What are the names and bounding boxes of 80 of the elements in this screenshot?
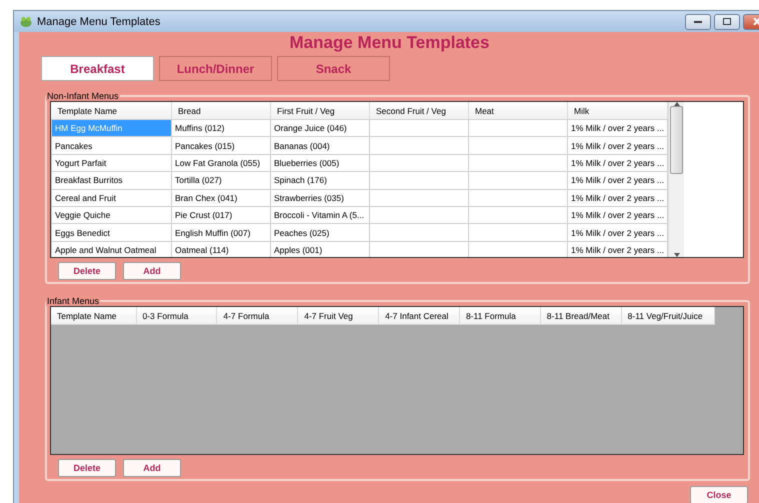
table-cell[interactable] <box>370 189 468 206</box>
table-cell[interactable]: Pancakes <box>52 136 172 154</box>
window-title: Manage Menu Templates <box>37 16 162 28</box>
table-cell[interactable]: Pie Crust (017) <box>172 206 270 224</box>
table-cell[interactable]: Orange Juice (046) <box>270 120 370 137</box>
table-cell[interactable]: Blueberries (005) <box>270 154 370 172</box>
table-cell[interactable]: Oatmeal (114) <box>172 241 270 257</box>
table-cell[interactable]: Bananas (004) <box>270 136 370 154</box>
table-cell[interactable]: Apples (001) <box>270 241 370 257</box>
column-header[interactable]: Second Fruit / Veg <box>370 102 468 120</box>
minimize-button[interactable] <box>685 14 711 30</box>
table-cell[interactable]: Low Fat Granola (055) <box>172 154 270 172</box>
table-cell[interactable] <box>468 136 568 154</box>
table-cell[interactable] <box>468 241 568 257</box>
table-cell[interactable] <box>468 120 568 137</box>
scroll-down-icon[interactable] <box>674 253 680 257</box>
table-cell[interactable]: Muffins (012) <box>172 120 270 137</box>
table-cell[interactable]: 1% Milk / over 2 years ... <box>568 136 668 154</box>
table-cell[interactable]: Broccoli - Vitamin A (5... <box>270 206 370 224</box>
table-cell[interactable]: Pancakes (015) <box>172 136 270 154</box>
table-cell[interactable]: Tortilla (027) <box>172 172 270 190</box>
table-cell[interactable]: Yogurt Parfait <box>52 154 172 172</box>
column-header[interactable]: 4-7 Fruit Veg <box>298 307 379 324</box>
table-cell[interactable]: Veggie Quiche <box>52 206 172 224</box>
table-cell[interactable] <box>468 189 568 206</box>
table-cell[interactable] <box>370 241 468 257</box>
column-header[interactable]: 0-3 Formula <box>136 307 217 324</box>
table-cell[interactable] <box>468 172 568 190</box>
column-header[interactable]: Bread <box>172 102 270 120</box>
add-button[interactable]: Add <box>123 262 181 280</box>
column-header[interactable]: 8-11 Formula <box>459 307 540 324</box>
table-cell[interactable]: 1% Milk / over 2 years ... <box>568 189 668 206</box>
column-header[interactable]: Milk <box>568 102 668 120</box>
delete-button[interactable]: Delete <box>58 459 116 477</box>
column-header[interactable]: 4-7 Infant Cereal <box>378 307 460 324</box>
table-cell[interactable]: 1% Milk / over 2 years ... <box>568 224 668 242</box>
table-cell[interactable] <box>468 224 568 242</box>
table-cell[interactable] <box>370 120 468 137</box>
table-cell[interactable]: 1% Milk / over 2 years ... <box>568 206 668 224</box>
column-header[interactable]: Template Name <box>52 102 172 120</box>
table-cell[interactable] <box>370 136 468 154</box>
table-cell[interactable]: 1% Milk / over 2 years ... <box>568 120 668 137</box>
close-icon <box>753 18 759 25</box>
table-cell[interactable]: 1% Milk / over 2 years ... <box>568 241 668 257</box>
maximize-button[interactable] <box>714 14 740 30</box>
scroll-thumb[interactable] <box>670 106 683 174</box>
table-cell[interactable]: Peaches (025) <box>270 224 370 242</box>
table-cell[interactable] <box>370 172 468 190</box>
close-button[interactable]: Close <box>690 486 748 503</box>
meal-tab[interactable]: Breakfast <box>41 56 154 81</box>
add-button[interactable]: Add <box>123 459 181 477</box>
group-label: Infant Menus <box>46 296 100 306</box>
table-cell[interactable]: English Muffin (007) <box>172 224 270 242</box>
group-label: Non-Infant Menus <box>46 91 120 101</box>
frog-icon <box>20 16 32 27</box>
table-cell[interactable]: Cereal and Fruit <box>52 189 172 206</box>
minimize-icon <box>694 20 702 23</box>
column-header[interactable]: Meat <box>468 102 568 120</box>
table-cell[interactable] <box>468 154 568 172</box>
table-cell[interactable]: 1% Milk / over 2 years ... <box>568 172 668 190</box>
table-cell[interactable] <box>370 206 468 224</box>
column-header[interactable]: 8-11 Bread/Meat <box>540 307 622 324</box>
table-cell[interactable] <box>370 154 468 172</box>
column-header[interactable]: First Fruit / Veg <box>270 102 370 120</box>
page-heading: Manage Menu Templates <box>288 33 490 54</box>
column-header[interactable]: 4-7 Formula <box>216 307 298 324</box>
table-cell[interactable] <box>468 206 568 224</box>
table-cell[interactable]: Spinach (176) <box>270 172 370 190</box>
column-header[interactable]: 8-11 Veg/Fruit/Juice <box>621 307 714 324</box>
delete-button[interactable]: Delete <box>58 262 116 280</box>
table-cell[interactable]: Apple and Walnut Oatmeal <box>52 241 172 257</box>
table-cell[interactable]: Strawberries (035) <box>270 189 370 206</box>
table-cell[interactable] <box>370 224 468 242</box>
column-header[interactable]: Template Name <box>51 307 136 324</box>
table-cell[interactable]: Bran Chex (041) <box>172 189 270 206</box>
maximize-icon <box>723 18 731 25</box>
table-cell[interactable]: Eggs Benedict <box>52 224 172 242</box>
table-cell[interactable]: 1% Milk / over 2 years ... <box>568 154 668 172</box>
scrollbar[interactable] <box>668 102 684 257</box>
table-cell[interactable]: Breakfast Burritos <box>52 172 172 190</box>
